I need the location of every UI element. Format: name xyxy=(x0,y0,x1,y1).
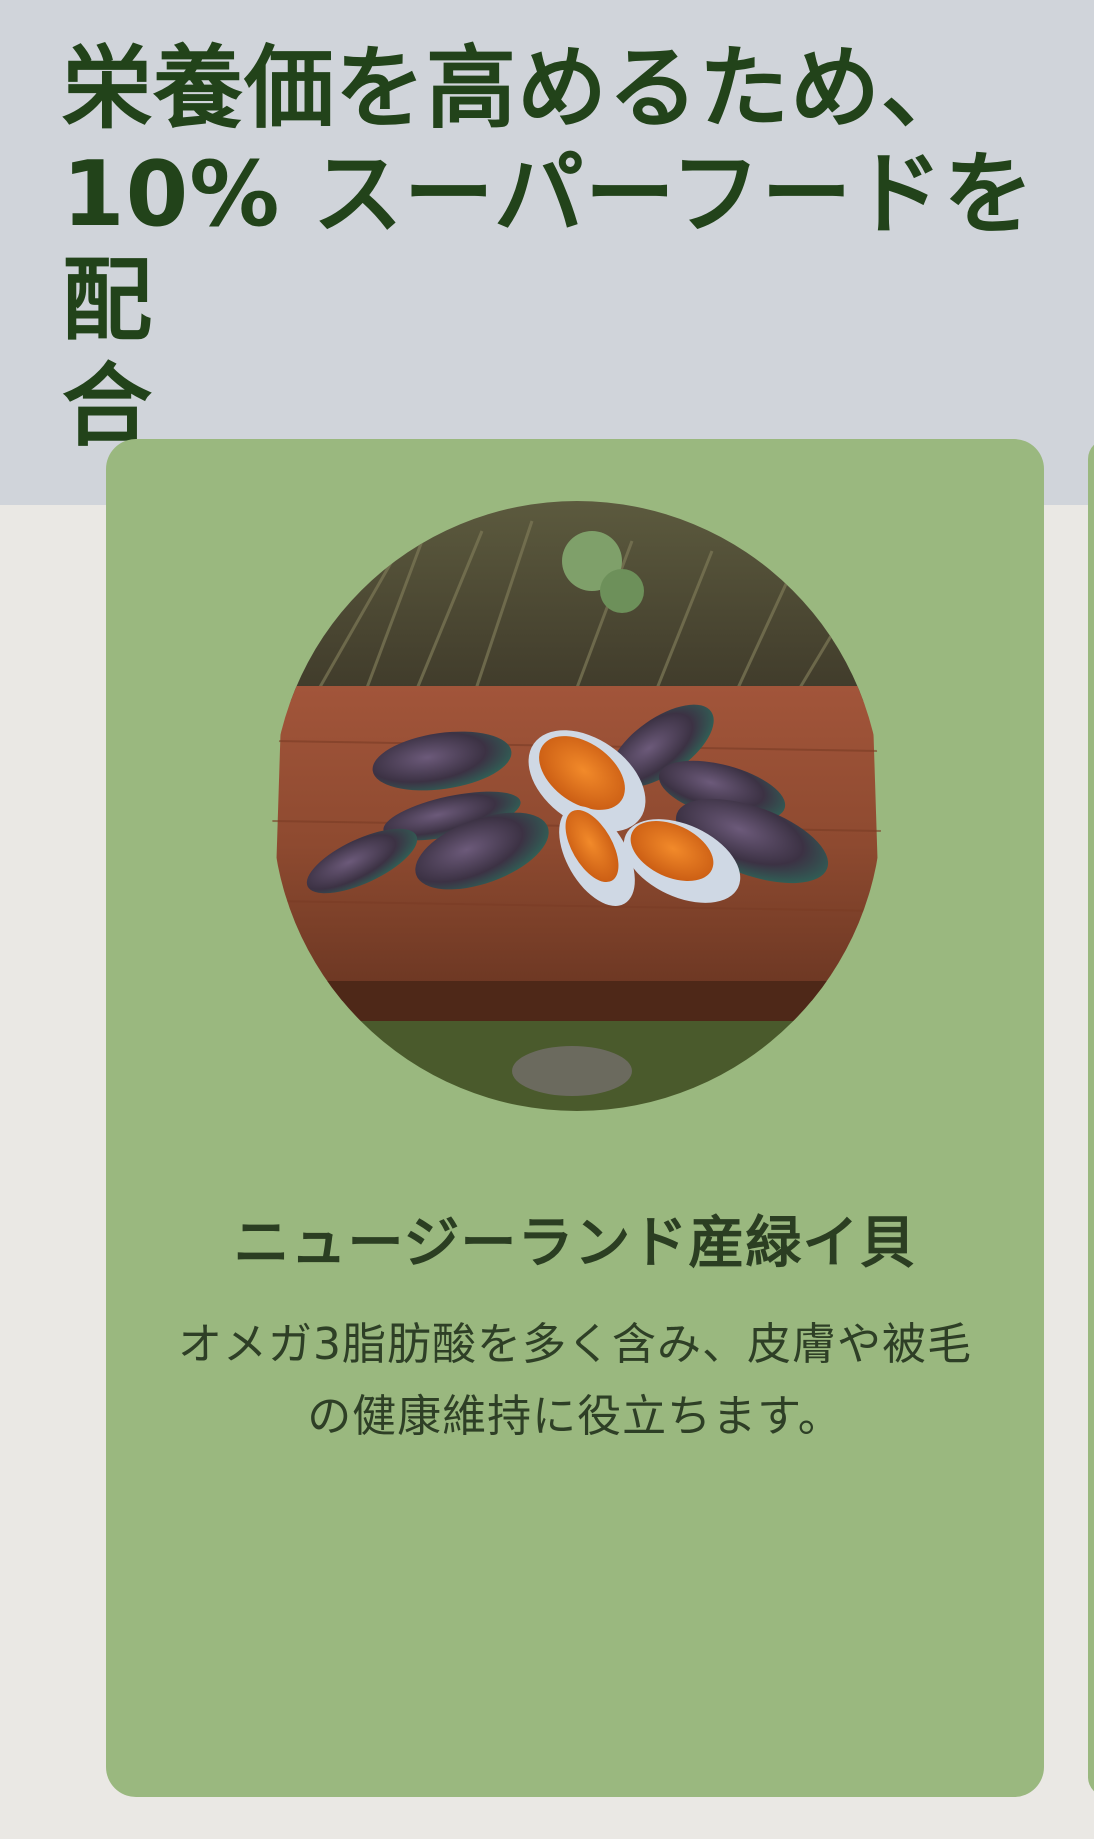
next-card-peek[interactable] xyxy=(1088,439,1094,1797)
card-description: オメガ3脂肪酸を多く含み、皮膚や被毛の健康維持に役立ちます。 xyxy=(178,1319,972,1442)
superfood-card: ニュージーランド産緑イ貝 オメガ3脂肪酸を多く含み、皮膚や被毛の健康維持に役立ち… xyxy=(106,439,1044,1797)
page-title: 栄養価を高めるため、 10% スーパーフードを配 合 xyxy=(62,36,1035,459)
mussels-photo xyxy=(272,501,882,1111)
card-title: ニュージーランド産緑イ貝 xyxy=(233,1211,917,1276)
